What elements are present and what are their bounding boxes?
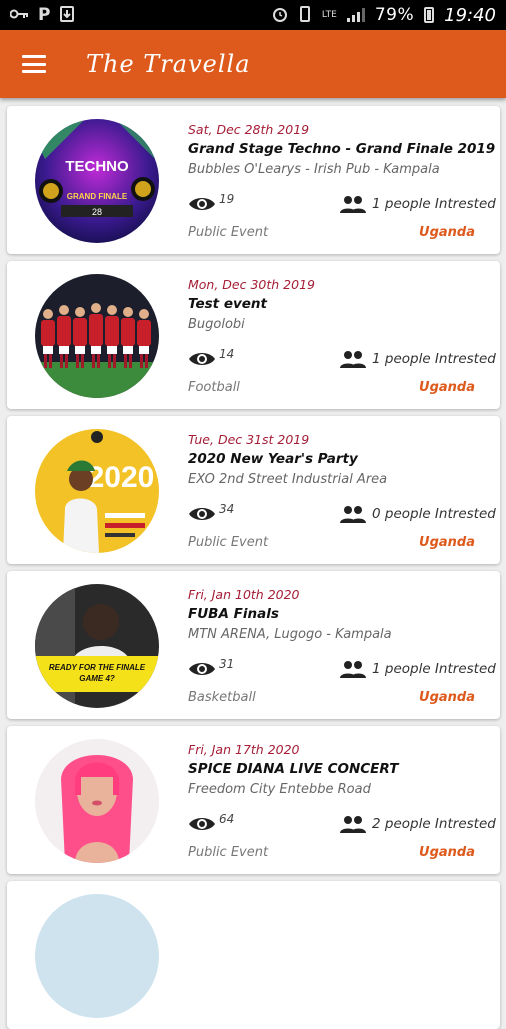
event-category: Football: [188, 380, 240, 395]
event-location: Bubbles O'Learys - Irish Pub - Kampala: [188, 162, 440, 177]
event-image: [35, 894, 159, 1018]
status-left: P: [9, 4, 75, 25]
views-count: 31: [219, 657, 235, 671]
event-location: Freedom City Entebbe Road: [188, 782, 371, 797]
event-card[interactable]: Fri, Jan 17th 2020 SPICE DIANA LIVE CONC…: [7, 726, 500, 874]
vibrate-icon: [298, 5, 312, 25]
event-country: Uganda: [419, 380, 475, 395]
key-icon: [9, 8, 28, 23]
interest-count: 0 people Intrested: [372, 506, 496, 522]
event-card[interactable]: 2020 Tue, Dec 31st 2019 2020 New Year's …: [7, 416, 500, 564]
download-icon: [60, 5, 75, 25]
views-count: 19: [219, 192, 235, 206]
eye-icon: [189, 198, 215, 210]
event-interest: 1 people Intrested: [339, 349, 496, 369]
battery-icon: [424, 7, 435, 23]
people-icon: [340, 506, 366, 523]
people-icon: [340, 351, 366, 368]
event-date: Fri, Jan 10th 2020: [188, 587, 300, 602]
p-icon: P: [38, 4, 51, 25]
views-count: 14: [219, 347, 235, 361]
event-category: Public Event: [188, 225, 269, 240]
event-country: Uganda: [419, 225, 475, 240]
event-date: Sat, Dec 28th 2019: [188, 122, 310, 137]
event-country: Uganda: [419, 845, 475, 860]
event-location: EXO 2nd Street Industrial Area: [188, 472, 388, 487]
event-title: SPICE DIANA LIVE CONCERT: [188, 761, 399, 777]
app-title: The Travella: [86, 50, 251, 78]
event-image: [35, 274, 159, 398]
eye-icon: [189, 663, 215, 675]
clock: 19:40: [444, 4, 496, 26]
event-card[interactable]: TECHNO GRAND FINALE 28 Sat, Dec 28th 201…: [7, 106, 500, 254]
event-image: READY FOR THE FINALE GAME 4?: [35, 584, 159, 708]
event-image: 2020: [35, 429, 159, 553]
event-category: Public Event: [188, 845, 269, 860]
event-title: 2020 New Year's Party: [188, 451, 358, 467]
event-image-text: 28: [92, 207, 102, 217]
event-image-text: TECHNO: [65, 158, 129, 175]
event-title: FUBA Finals: [188, 606, 279, 622]
event-country: Uganda: [419, 535, 475, 550]
event-views: 14: [188, 347, 235, 369]
event-category: Basketball: [188, 690, 256, 705]
people-icon: [340, 196, 366, 213]
event-interest: 0 people Intrested: [339, 504, 496, 524]
event-image: [35, 739, 159, 863]
event-image: TECHNO GRAND FINALE 28: [35, 119, 159, 243]
eye-icon: [189, 818, 215, 830]
app-bar: The Travella: [0, 30, 506, 98]
event-interest: 2 people Intrested: [339, 814, 496, 834]
people-icon: [340, 816, 366, 833]
event-date: Fri, Jan 17th 2020: [188, 742, 300, 757]
interest-count: 1 people Intrested: [372, 661, 496, 677]
views-count: 34: [219, 502, 235, 516]
event-date: Mon, Dec 30th 2019: [188, 277, 315, 292]
people-icon: [340, 661, 366, 678]
event-image-text: GAME 4?: [79, 674, 115, 683]
battery-percent: 79%: [374, 5, 415, 25]
event-location: Bugolobi: [188, 317, 245, 332]
event-views: 34: [188, 502, 235, 524]
status-right: LTE 79% 19:40: [272, 5, 496, 26]
event-image-text: 2020: [88, 461, 155, 494]
event-card[interactable]: READY FOR THE FINALE GAME 4? Fri, Jan 10…: [7, 571, 500, 719]
interest-count: 2 people Intrested: [372, 816, 496, 832]
views-count: 64: [219, 812, 235, 826]
event-image-text: READY FOR THE FINALE: [49, 663, 146, 672]
event-country: Uganda: [419, 690, 475, 705]
interest-count: 1 people Intrested: [372, 196, 496, 212]
event-card[interactable]: Mon, Dec 30th 2019 Test event Bugolobi 1…: [7, 261, 500, 409]
network-type: LTE: [321, 9, 337, 20]
event-card[interactable]: [7, 881, 500, 1029]
event-views: 31: [188, 657, 235, 679]
alarm-icon: [272, 6, 288, 25]
status-bar: P LTE 79% 19:40: [0, 0, 506, 30]
event-title: Test event: [188, 296, 267, 312]
event-views: 19: [188, 192, 235, 214]
event-location: MTN ARENA, Lugogo - Kampala: [188, 627, 392, 642]
eye-icon: [189, 353, 215, 365]
signal-strength-icon: [346, 8, 365, 22]
event-title: Grand Stage Techno - Grand Finale 2019: [188, 141, 496, 157]
interest-count: 1 people Intrested: [372, 351, 496, 367]
hamburger-menu-icon[interactable]: [22, 55, 46, 73]
event-date: Tue, Dec 31st 2019: [188, 432, 310, 447]
event-interest: 1 people Intrested: [339, 194, 496, 214]
event-category: Public Event: [188, 535, 269, 550]
eye-icon: [189, 508, 215, 520]
event-image-text: GRAND FINALE: [67, 192, 128, 201]
event-interest: 1 people Intrested: [339, 659, 496, 679]
event-views: 64: [188, 812, 235, 834]
